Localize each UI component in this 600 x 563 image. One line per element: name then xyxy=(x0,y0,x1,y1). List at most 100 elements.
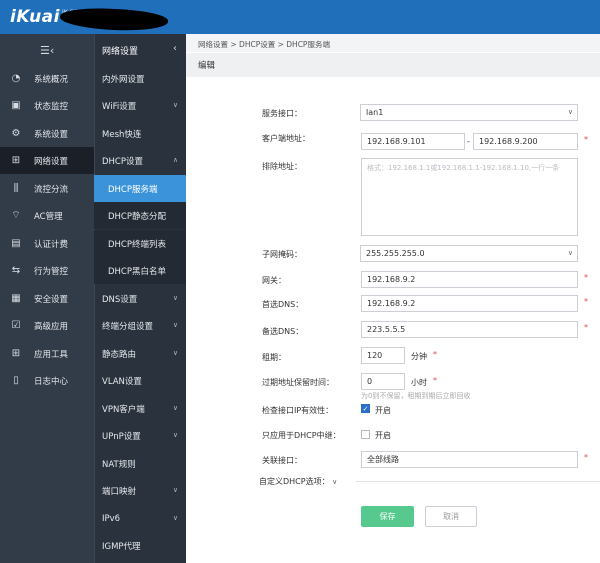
subnav-item-vpn-client[interactable]: VPN客户端 ∨ xyxy=(94,395,186,422)
apps-icon: ⊞ xyxy=(11,347,21,359)
primary-dns-input[interactable]: 192.168.9.2 xyxy=(361,295,578,312)
check-ip-checkbox[interactable]: ✓ xyxy=(361,404,370,413)
subnav-item-label: DHCP终端列表 xyxy=(108,239,166,250)
custom-dhcp-options-toggle[interactable]: 自定义DHCP选项： ∨ xyxy=(259,476,337,487)
sidebar-item-security[interactable]: ▦ 安全设置 xyxy=(0,285,94,312)
sidebar-item-label: 安全设置 xyxy=(34,294,69,305)
service-interface-select[interactable]: lan1 ∨ xyxy=(360,104,578,121)
subnav-item-label: WiFi设置 xyxy=(102,101,137,112)
sidebar-item-flow-control[interactable]: ⫼ 流控分流 xyxy=(0,175,94,202)
subnav-item-vlan[interactable]: VLAN设置 xyxy=(94,367,186,394)
sidebar-item-tools[interactable]: ⊞ 应用工具 xyxy=(0,340,94,367)
wifi-router-icon: ⌔ xyxy=(11,209,21,221)
sidebar-item-label: 行为管控 xyxy=(34,266,69,277)
subnav-item-dns[interactable]: DNS设置 ∨ xyxy=(94,285,186,312)
expire-retention-label: 过期地址保留时间： xyxy=(262,378,334,387)
subnet-mask-select[interactable]: 255.255.255.0 ∨ xyxy=(360,245,578,262)
subnav-item-label: DHCP设置 xyxy=(102,156,143,167)
sidebar-item-label: 系统概况 xyxy=(34,74,69,85)
chevron-down-icon: ∨ xyxy=(172,349,178,357)
secondary-dns-input[interactable]: 223.5.5.5 xyxy=(361,321,578,338)
relay-only-label: 只应用于DHCP中继： xyxy=(262,431,341,440)
linked-interface-input[interactable]: 全部线路 xyxy=(361,451,578,468)
relay-only-checkbox[interactable] xyxy=(361,430,370,439)
chevron-left-icon[interactable]: ‹ xyxy=(173,43,177,54)
sidebar-item-monitor[interactable]: ▣ 状态监控 xyxy=(0,92,94,119)
subnav-item-dhcp-blackwhite[interactable]: DHCP黑白名单 xyxy=(94,257,186,284)
subnav-item-dhcp-clients[interactable]: DHCP终端列表 xyxy=(94,230,186,257)
subnav-item-label: 内外网设置 xyxy=(102,74,145,85)
required-mark: * xyxy=(584,453,588,462)
subnav-item-port-mapping[interactable]: 端口映射 ∨ xyxy=(94,477,186,504)
subnav-item-dhcp-static[interactable]: DHCP静态分配 xyxy=(94,202,186,229)
required-mark: * xyxy=(433,350,437,359)
subnav-item-static-route[interactable]: 静态路由 ∨ xyxy=(94,340,186,367)
sidebar-item-logs[interactable]: ▯ 日志中心 xyxy=(0,367,94,394)
chevron-up-icon: ∧ xyxy=(172,156,178,164)
divider xyxy=(356,481,600,482)
checklist-icon: ☑ xyxy=(11,319,21,331)
subnav-item-igmp[interactable]: IGMP代理 xyxy=(94,532,186,559)
save-button[interactable]: 保存 xyxy=(361,506,414,527)
subnav-item-label: DHCP服务端 xyxy=(108,184,158,195)
sidebar-item-label: 高级应用 xyxy=(34,321,69,332)
sidebar-item-ac[interactable]: ⌔ AC管理 xyxy=(0,202,94,229)
expire-retention-hint: 为0则不保留，租期到期后立即回收 xyxy=(361,392,471,400)
range-dash: - xyxy=(467,137,470,146)
breadcrumb: 网络设置 > DHCP设置 > DHCP服务端 xyxy=(198,40,330,49)
sidebar-item-label: 应用工具 xyxy=(34,349,69,360)
subnav-item-terminal-group[interactable]: 终端分组设置 ∨ xyxy=(94,312,186,339)
sidebar-item-behavior[interactable]: ⇆ 行为管控 xyxy=(0,257,94,284)
sidebar-item-network[interactable]: ⊞ 网络设置 xyxy=(0,147,94,174)
lease-label: 租期： xyxy=(262,353,286,362)
sidebar-item-system[interactable]: ⚙ 系统设置 xyxy=(0,120,94,147)
service-interface-value: lan1 xyxy=(366,108,384,117)
subnav-item-nat[interactable]: NAT规则 xyxy=(94,450,186,477)
required-mark: * xyxy=(584,135,588,144)
expire-retention-unit: 小时 xyxy=(411,378,427,387)
expire-retention-input[interactable]: 0 xyxy=(361,373,405,390)
sidebar-item-label: 流控分流 xyxy=(34,184,69,195)
chevron-down-icon: ∨ xyxy=(172,404,178,412)
subnav-item-upnp[interactable]: UPnP设置 ∨ xyxy=(94,422,186,449)
subnav-title: 网络设置 ‹ xyxy=(94,37,186,63)
client-address-end-input[interactable]: 192.168.9.200 xyxy=(473,133,578,150)
chevron-down-icon: ∨ xyxy=(332,478,338,486)
subnav-item-label: VPN客户端 xyxy=(102,404,145,415)
sliders-icon: ⫼ xyxy=(13,182,19,194)
subnav-item-lan-wan[interactable]: 内外网设置 xyxy=(94,65,186,92)
collapse-menu-icon[interactable]: ☰‹ xyxy=(40,44,54,57)
exclude-address-textarea[interactable]: 格式：192.168.1.1或192.168.1.1-192.168.1.10,… xyxy=(361,158,578,236)
required-mark: * xyxy=(433,376,437,385)
sidebar-item-advanced[interactable]: ☑ 高级应用 xyxy=(0,312,94,339)
ikuai-logo[interactable]: iKuai xyxy=(10,7,60,27)
chevron-down-icon: ∨ xyxy=(567,108,573,116)
check-ip-label: 检查接口IP有效性： xyxy=(262,406,334,415)
chevron-down-icon: ∨ xyxy=(567,249,573,257)
gateway-input[interactable]: 192.168.9.2 xyxy=(361,271,578,288)
firewall-icon: ▦ xyxy=(11,292,21,304)
cancel-button[interactable]: 取消 xyxy=(425,506,477,527)
client-address-start-input[interactable]: 192.168.9.101 xyxy=(361,133,465,150)
sidebar-item-label: AC管理 xyxy=(34,211,63,222)
subnet-mask-value: 255.255.255.0 xyxy=(366,249,425,258)
subnav-item-label: IPv6 xyxy=(102,513,121,524)
required-mark: * xyxy=(584,323,588,332)
subnav-item-wifi[interactable]: WiFi设置 ∨ xyxy=(94,92,186,119)
subnav-item-dhcp-server[interactable]: DHCP服务端 xyxy=(94,175,186,202)
check-ip-text: 开启 xyxy=(375,406,391,415)
subnav-item-ipv6[interactable]: IPv6 ∨ xyxy=(94,505,186,532)
sidebar-item-overview[interactable]: ◔ 系统概况 xyxy=(0,65,94,92)
secondary-dns-label: 备选DNS： xyxy=(262,327,304,336)
required-mark: * xyxy=(584,297,588,306)
sidebar-item-auth[interactable]: ▤ 认证计费 xyxy=(0,230,94,257)
sidebar-item-label: 网络设置 xyxy=(34,156,69,167)
gateway-label: 网关： xyxy=(262,276,286,285)
sidebar-item-label: 系统设置 xyxy=(34,129,69,140)
lease-input[interactable]: 120 xyxy=(361,347,405,364)
subnav-title-label: 网络设置 xyxy=(102,46,139,57)
subnav-item-mesh[interactable]: Mesh快连 xyxy=(94,120,186,147)
gear-icon: ⚙ xyxy=(11,127,21,139)
required-mark: * xyxy=(584,273,588,282)
subnav-item-dhcp[interactable]: DHCP设置 ∧ xyxy=(94,147,186,174)
